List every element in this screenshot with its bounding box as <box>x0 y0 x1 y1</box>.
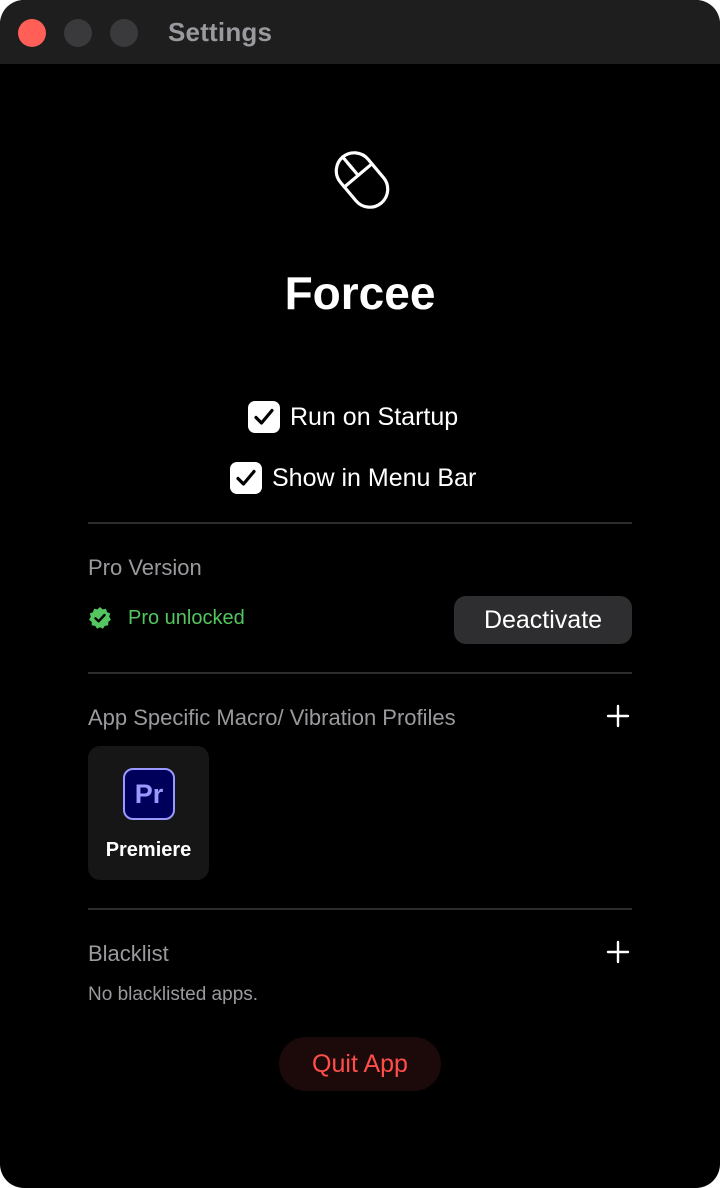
title-bar: Settings <box>0 0 720 64</box>
premiere-app-icon: Pr <box>123 768 175 820</box>
divider <box>88 672 632 674</box>
show-in-menu-bar-checkbox[interactable] <box>230 462 262 494</box>
add-profile-plus-icon[interactable] <box>606 704 630 728</box>
mouse-icon <box>334 151 390 209</box>
checkmark-icon <box>236 469 256 486</box>
verified-badge-icon <box>89 607 111 629</box>
divider <box>88 908 632 910</box>
quit-app-button[interactable]: Quit App <box>279 1037 441 1091</box>
profile-card-premiere[interactable]: Pr Premiere <box>88 746 209 880</box>
run-on-startup-label: Run on Startup <box>290 402 459 431</box>
app-name: Forcee <box>284 267 436 319</box>
window-title: Settings <box>168 17 273 47</box>
add-blacklist-plus-icon[interactable] <box>606 940 630 964</box>
run-on-startup-checkbox[interactable] <box>248 401 280 433</box>
deactivate-button[interactable]: Deactivate <box>454 596 632 644</box>
pro-status: Pro unlocked <box>88 606 245 630</box>
checkmark-icon <box>254 408 274 425</box>
pro-status-label: Pro unlocked <box>128 606 245 629</box>
zoom-window-button[interactable] <box>110 19 138 47</box>
close-window-button[interactable] <box>18 19 46 47</box>
show-in-menu-bar-label: Show in Menu Bar <box>272 463 477 492</box>
run-on-startup-option[interactable]: Run on Startup <box>248 399 458 435</box>
pro-version-heading: Pro Version <box>88 555 202 580</box>
profiles-heading: App Specific Macro/ Vibration Profiles <box>88 705 456 730</box>
minimize-window-button[interactable] <box>64 19 92 47</box>
divider <box>88 522 632 524</box>
settings-window: Settings Forcee Run on Startup Show in M… <box>0 0 720 1188</box>
show-in-menu-bar-option[interactable]: Show in Menu Bar <box>230 460 476 496</box>
profile-name: Premiere <box>105 839 192 861</box>
blacklist-empty-text: No blacklisted apps. <box>88 984 259 1005</box>
blacklist-heading: Blacklist <box>88 941 169 966</box>
